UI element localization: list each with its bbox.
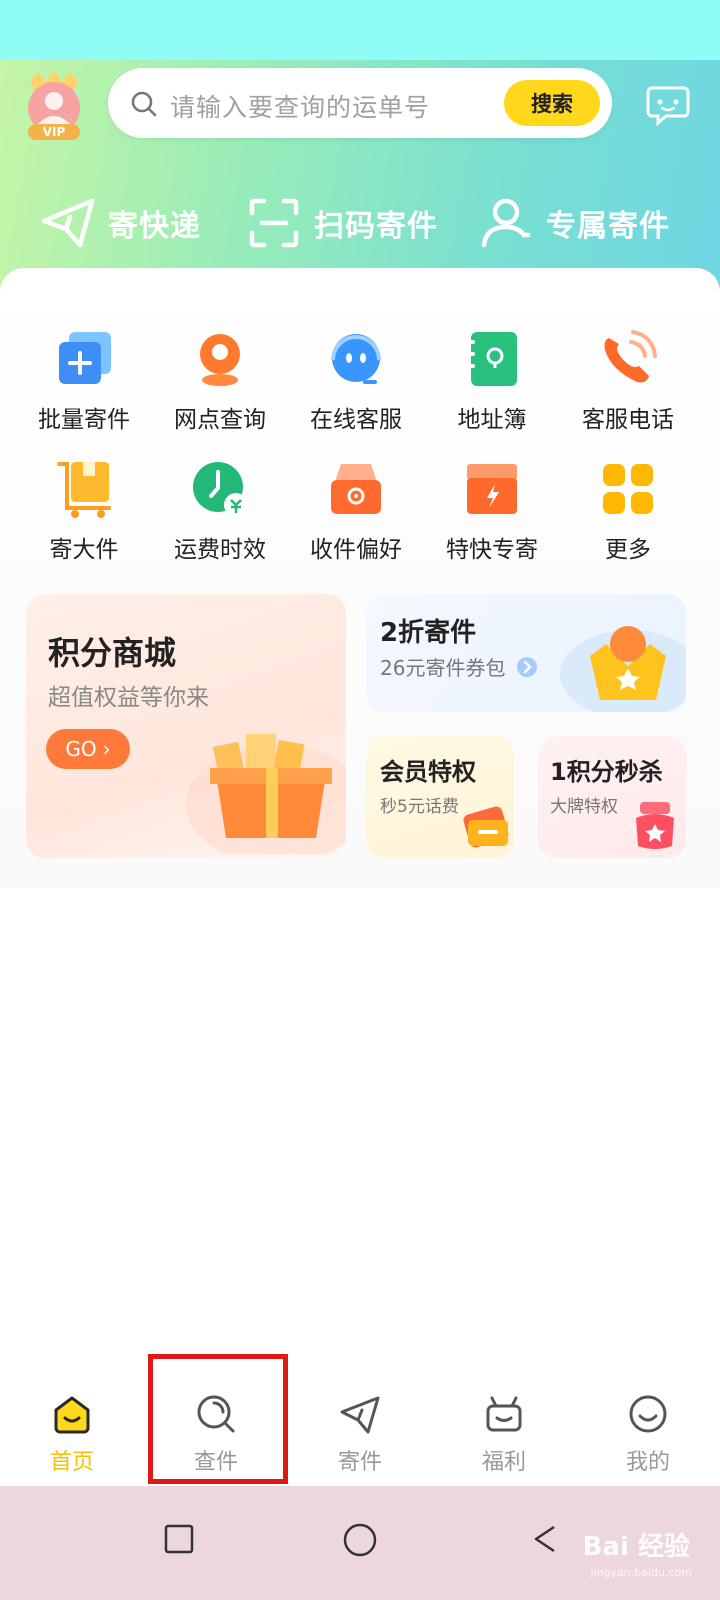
- search-bar[interactable]: 请输入要查询的运单号 搜索: [108, 68, 612, 138]
- chat-robot-icon: [331, 334, 381, 384]
- highlight-annotation: [148, 1354, 288, 1484]
- express-box-icon: [467, 464, 517, 514]
- more-label: 更多: [605, 537, 651, 563]
- big-package-icon: [57, 462, 111, 518]
- clock-fee-icon: [193, 462, 248, 517]
- exclusive-send-label: 专属寄件: [546, 209, 670, 244]
- points-mall-card[interactable]: 积分商城 超值权益等你来 GO ›: [26, 594, 346, 858]
- inbox-icon: [331, 464, 381, 514]
- search-input[interactable]: 请输入要查询的运单号: [170, 88, 430, 124]
- freight-time-label: 运费时效: [174, 537, 266, 563]
- service-phone-item[interactable]: 客服电话: [558, 328, 698, 434]
- bottom-tab-bar: 首页 查件 寄件 福利 我的: [0, 1370, 720, 1486]
- search-icon: [131, 91, 157, 117]
- flash-sale-title: 1积分秒杀: [550, 758, 663, 786]
- discount-send-title: 2折寄件: [380, 618, 477, 648]
- go-button[interactable]: GO ›: [46, 729, 130, 769]
- vip-avatar-badge[interactable]: VIP: [16, 68, 92, 144]
- user-icon: [481, 198, 531, 248]
- send-plane-icon: [340, 1396, 380, 1434]
- freight-time-item[interactable]: 运费时效: [150, 458, 290, 564]
- exclusive-send-button[interactable]: 专属寄件: [478, 188, 670, 258]
- back-icon[interactable]: [530, 1524, 560, 1554]
- main-content: 批量寄件 网点查询 在线客服 地址簿 客服电话 寄大件 运费时效 收件偏好 特快…: [0, 268, 720, 888]
- outlet-query-item[interactable]: 网点查询: [150, 328, 290, 434]
- location-icon: [200, 334, 240, 386]
- tab-welfare-label: 福利: [481, 1450, 526, 1475]
- tab-home[interactable]: 首页: [0, 1370, 144, 1486]
- tab-send[interactable]: 寄件: [288, 1370, 432, 1486]
- batch-send-icon: [59, 332, 111, 384]
- tab-send-label: 寄件: [337, 1450, 382, 1475]
- system-nav-bar: Bai 经验 jingyan.baidu.com: [0, 1486, 720, 1600]
- express-delivery-label: 特快专寄: [446, 537, 538, 563]
- home-icon: [54, 1396, 90, 1434]
- chevron-right-icon: ›: [102, 737, 111, 761]
- points-mall-subtitle: 超值权益等你来: [48, 685, 209, 711]
- wallet-icon: [463, 806, 509, 848]
- batch-send-item[interactable]: 批量寄件: [14, 328, 154, 434]
- tab-home-label: 首页: [49, 1450, 94, 1475]
- flash-sale-card[interactable]: 1积分秒杀 大牌特权: [538, 736, 686, 858]
- address-book-label: 地址簿: [457, 407, 527, 433]
- header: VIP 请输入要查询的运单号 搜索 寄快递 扫码寄件 专属寄件: [0, 60, 720, 300]
- status-bar: [0, 0, 720, 60]
- address-book-icon: [467, 332, 517, 386]
- scan-icon: [249, 198, 299, 248]
- express-delivery-item[interactable]: 特快专寄: [422, 458, 562, 564]
- more-grid-icon: [603, 464, 653, 514]
- member-privilege-card[interactable]: 会员特权 秒5元话费: [366, 736, 514, 858]
- smile-icon: [629, 1395, 667, 1433]
- big-package-item[interactable]: 寄大件: [14, 458, 154, 564]
- crown-coupon-icon: [560, 626, 686, 712]
- watermark-logo: Bai 经验: [582, 1532, 690, 1562]
- home-circle-icon[interactable]: [342, 1522, 378, 1558]
- batch-send-label: 批量寄件: [38, 407, 130, 433]
- more-item[interactable]: 更多: [558, 458, 698, 564]
- service-phone-label: 客服电话: [582, 407, 674, 433]
- big-package-label: 寄大件: [49, 537, 119, 563]
- tab-mine-label: 我的: [625, 1450, 670, 1475]
- member-privilege-subtitle: 秒5元话费: [380, 797, 459, 817]
- address-book-item[interactable]: 地址簿: [422, 328, 562, 434]
- receive-preference-label: 收件偏好: [310, 537, 402, 563]
- lucky-bag-icon: [636, 802, 674, 849]
- online-service-item[interactable]: 在线客服: [286, 328, 426, 434]
- gift-box-icon: [186, 734, 346, 854]
- points-mall-title: 积分商城: [48, 634, 177, 672]
- paper-plane-icon: [41, 198, 95, 248]
- flash-sale-subtitle: 大牌特权: [550, 797, 618, 817]
- send-express-button[interactable]: 寄快递: [40, 188, 201, 258]
- discount-send-card[interactable]: 2折寄件 26元寄件券包: [366, 594, 686, 712]
- scan-send-button[interactable]: 扫码寄件: [246, 188, 438, 258]
- online-service-label: 在线客服: [310, 407, 402, 433]
- send-express-label: 寄快递: [108, 209, 201, 244]
- tab-welfare[interactable]: 福利: [432, 1370, 576, 1486]
- go-label: GO: [65, 737, 97, 761]
- tab-mine[interactable]: 我的: [576, 1370, 720, 1486]
- recent-apps-icon[interactable]: [164, 1524, 194, 1554]
- gift-icon: [486, 1396, 522, 1432]
- discount-send-subtitle: 26元寄件券包: [380, 656, 506, 680]
- message-icon[interactable]: [646, 82, 690, 126]
- search-button[interactable]: 搜索: [504, 80, 600, 126]
- scan-send-label: 扫码寄件: [314, 209, 438, 244]
- quick-actions: 寄快递 扫码寄件 专属寄件: [0, 188, 720, 258]
- watermark-url: jingyan.baidu.com: [590, 1566, 692, 1579]
- vip-label: VIP: [42, 125, 66, 139]
- arrow-right-icon: [517, 657, 537, 677]
- phone-icon: [604, 330, 657, 383]
- outlet-query-label: 网点查询: [174, 407, 266, 433]
- member-privilege-title: 会员特权: [380, 758, 476, 786]
- receive-preference-item[interactable]: 收件偏好: [286, 458, 426, 564]
